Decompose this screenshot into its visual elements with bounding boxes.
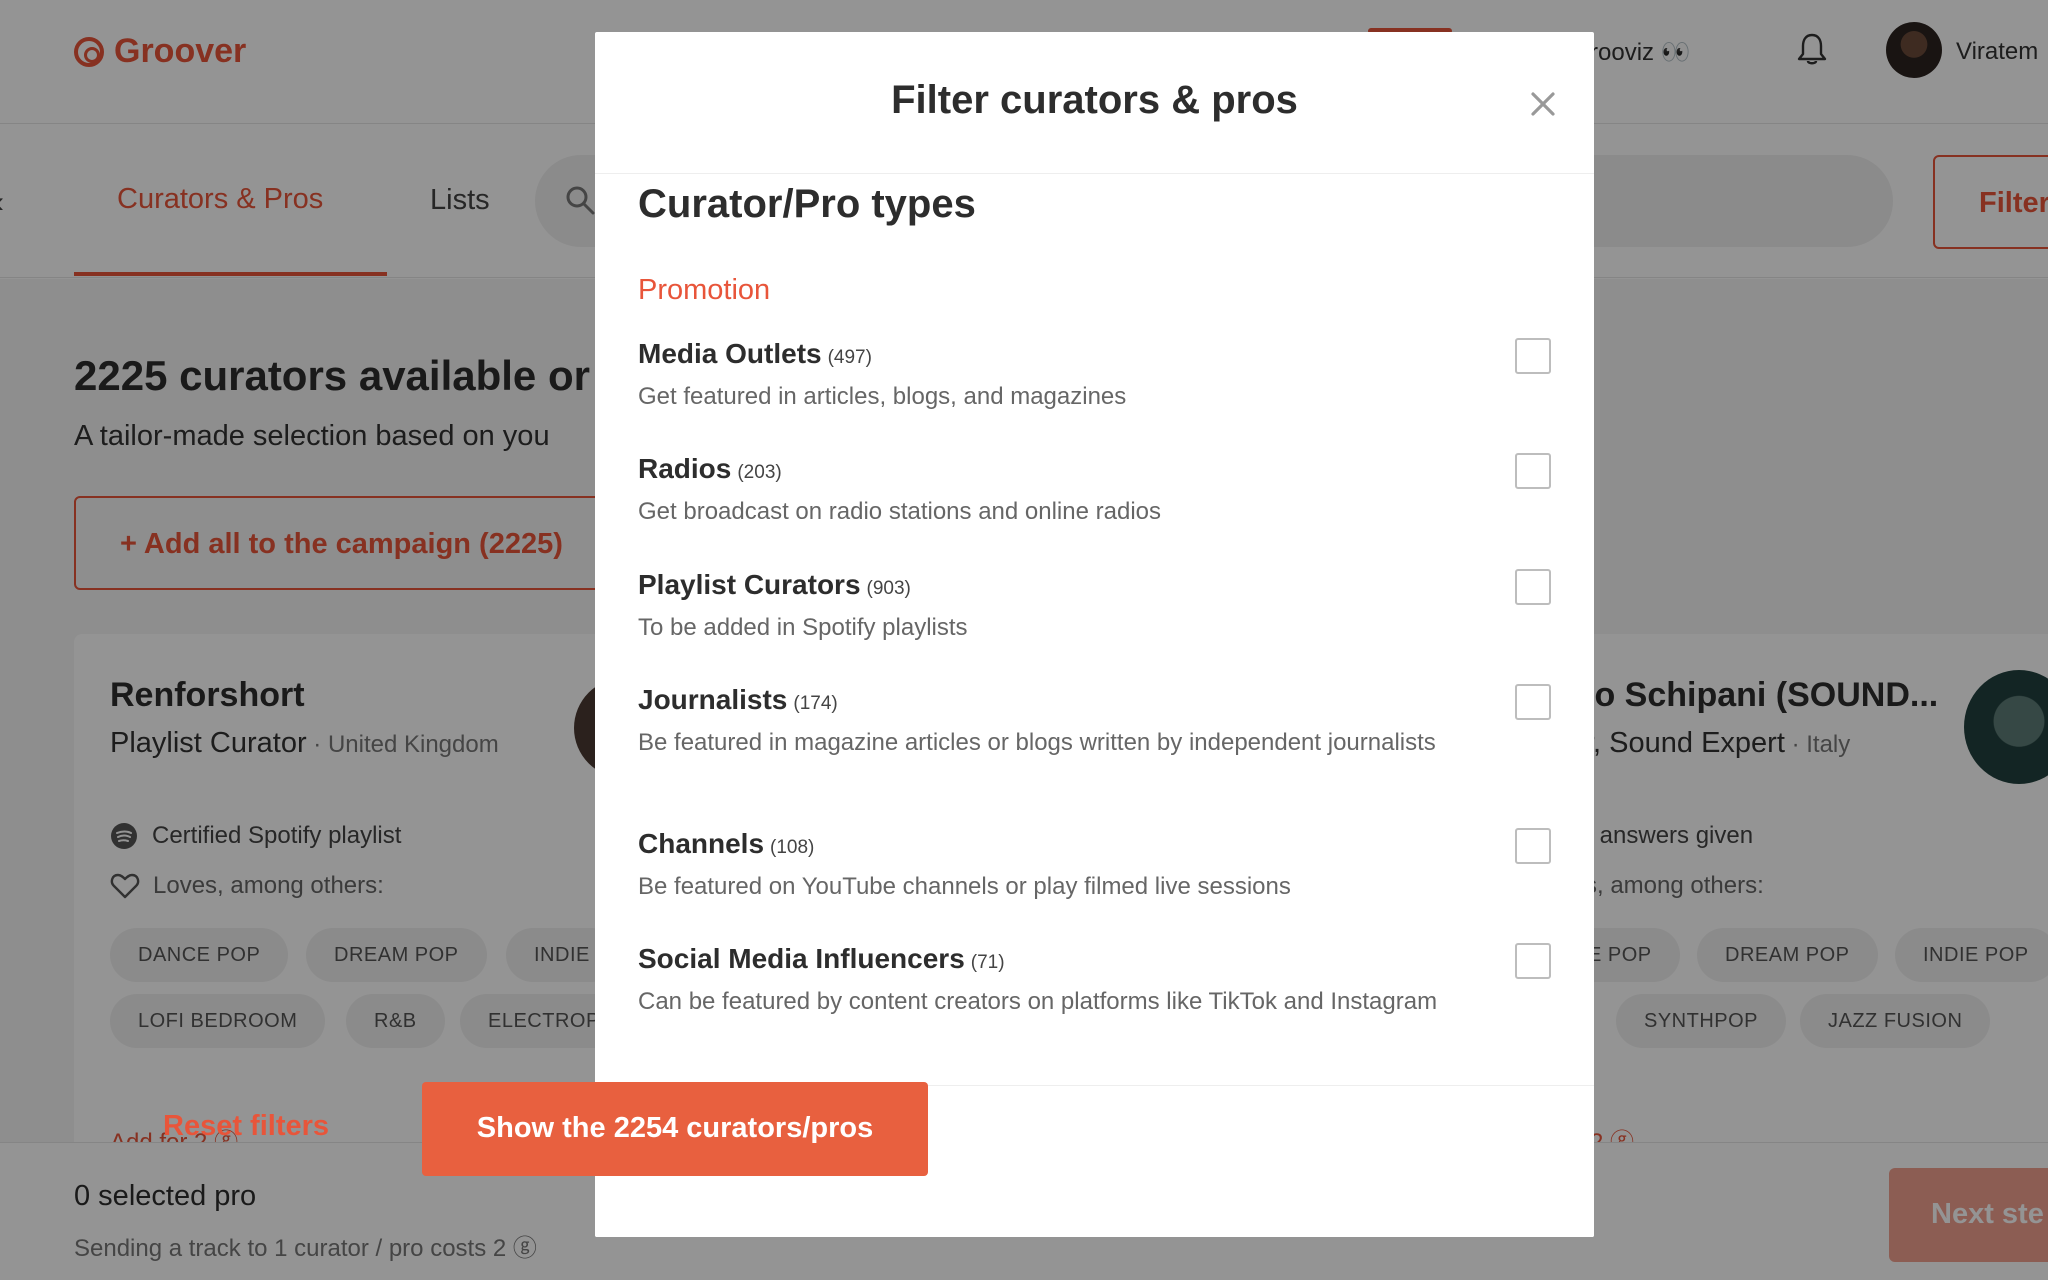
- option-description: Be featured on YouTube channels or play …: [638, 873, 1291, 900]
- modal-title: Filter curators & pros: [891, 78, 1298, 122]
- option-description: Get featured in articles, blogs, and mag…: [638, 383, 1127, 410]
- option-label: Channels: [638, 828, 765, 859]
- checkbox-playlist-curators[interactable]: [1515, 569, 1551, 605]
- checkbox-media-outlets[interactable]: [1515, 338, 1551, 374]
- section-title: Curator/Pro types: [638, 182, 976, 226]
- reset-filters-button[interactable]: Reset filters: [163, 1110, 329, 1143]
- option-description: To be added in Spotify playlists: [638, 614, 968, 641]
- option-count: (203): [737, 462, 782, 483]
- option-description: Get broadcast on radio stations and onli…: [638, 498, 1161, 525]
- option-name-channels: Channels (108): [638, 828, 814, 860]
- option-name-playlist-curators: Playlist Curators (903): [638, 569, 911, 601]
- option-description: Can be featured by content creators on p…: [638, 988, 1438, 1015]
- checkbox-channels[interactable]: [1515, 828, 1551, 864]
- modal-header: Filter curators & pros: [595, 32, 1594, 174]
- option-label: Radios: [638, 453, 732, 484]
- option-label: Media Outlets: [638, 338, 822, 369]
- option-count: (497): [827, 347, 872, 368]
- checkbox-journalists[interactable]: [1515, 684, 1551, 720]
- close-icon[interactable]: [1525, 86, 1561, 122]
- option-label: Journalists: [638, 684, 788, 715]
- show-results-button[interactable]: Show the 2254 curators/pros: [422, 1082, 928, 1176]
- filter-modal: Filter curators & pros Curator/Pro types…: [595, 32, 1594, 1237]
- option-description: Be featured in magazine articles or blog…: [638, 729, 1436, 756]
- group-title-promotion: Promotion: [638, 274, 771, 306]
- option-label: Playlist Curators: [638, 569, 861, 600]
- option-name-radios: Radios (203): [638, 453, 782, 485]
- option-name-journalists: Journalists (174): [638, 684, 838, 716]
- option-count: (903): [866, 578, 911, 599]
- option-count: (71): [970, 952, 1005, 973]
- checkbox-radios[interactable]: [1515, 453, 1551, 489]
- option-name-media-outlets: Media Outlets (497): [638, 338, 872, 370]
- option-count: (174): [793, 693, 838, 714]
- option-count: (108): [770, 837, 815, 858]
- option-name-social-media-influencers: Social Media Influencers (71): [638, 943, 1005, 975]
- checkbox-social-media-influencers[interactable]: [1515, 943, 1551, 979]
- option-label: Social Media Influencers: [638, 943, 965, 974]
